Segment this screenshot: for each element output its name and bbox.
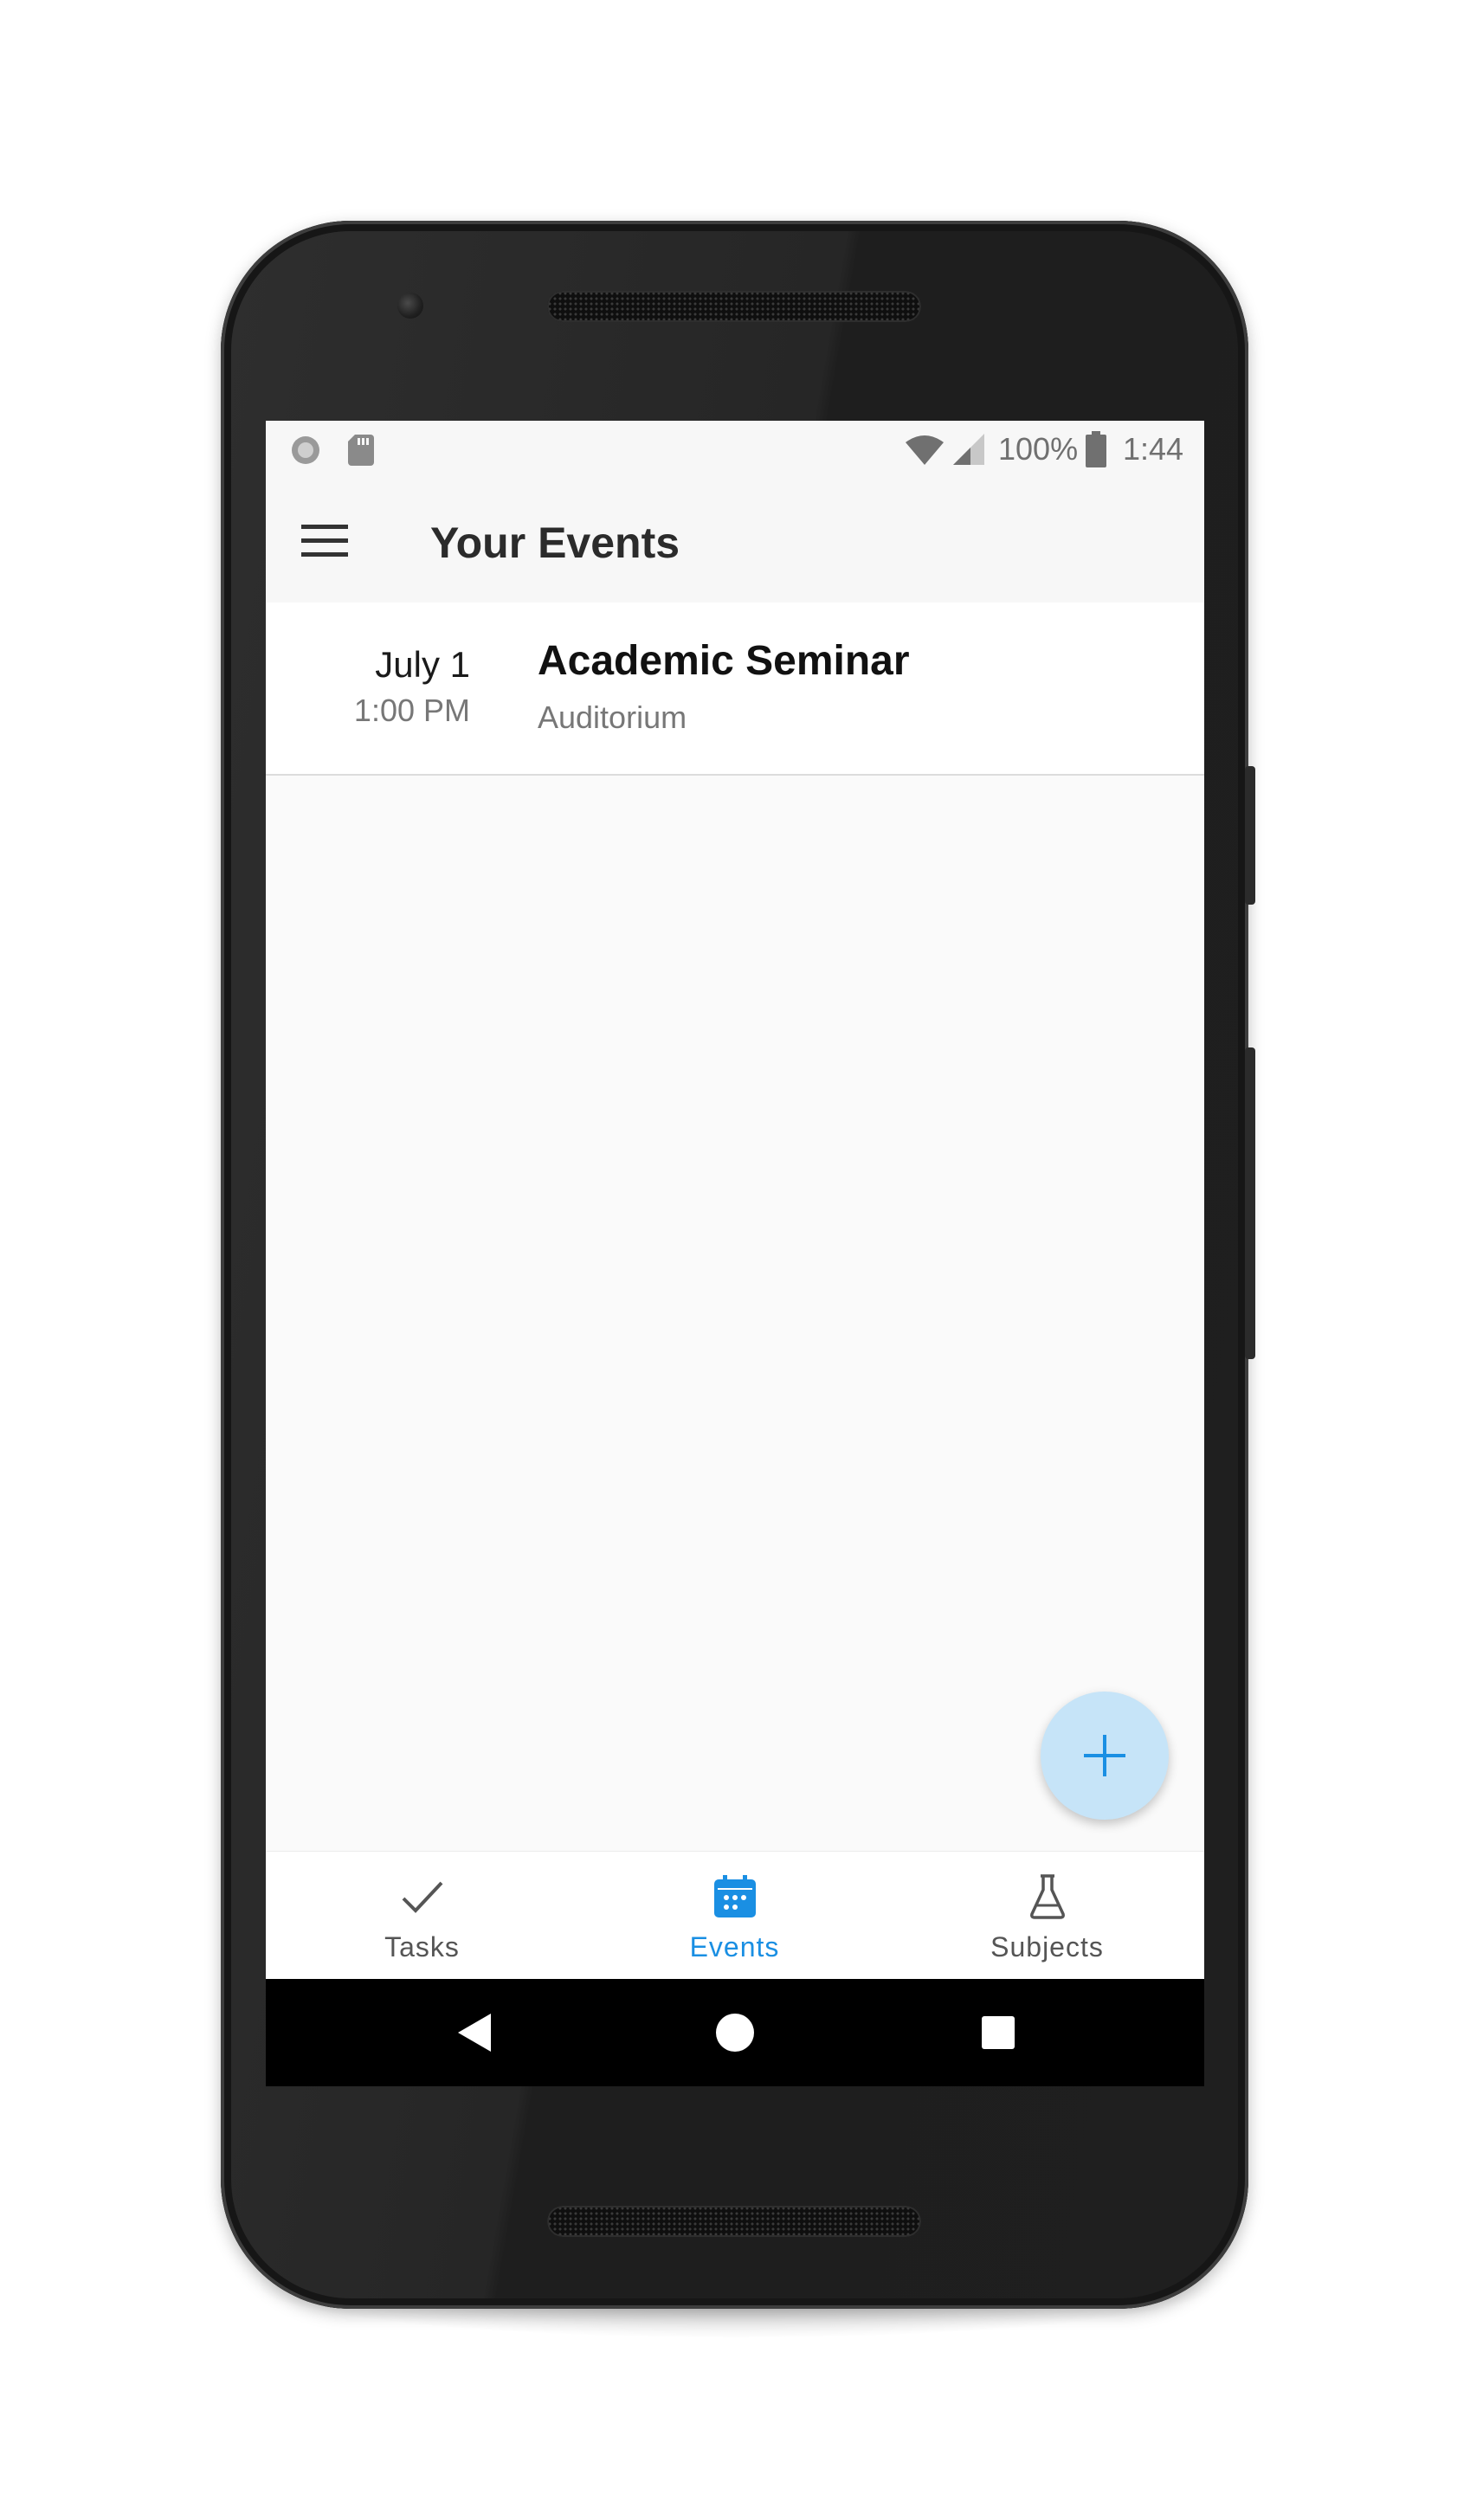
bottom-speaker-grille (547, 2206, 921, 2237)
top-speaker-grille (547, 291, 921, 322)
battery-icon (1083, 429, 1109, 469)
event-time: 1:00 PM (353, 693, 470, 728)
hamburger-menu-icon[interactable] (293, 509, 356, 571)
nav-tab-tasks[interactable]: Tasks (266, 1852, 578, 1980)
recents-icon[interactable] (972, 2007, 1024, 2059)
front-camera (397, 293, 423, 319)
event-location: Auditorium (538, 699, 687, 735)
phone-screen: 100% 1:44 Your Events July 1 1:00 PM Aca… (266, 421, 1204, 2086)
nav-label-tasks: Tasks (384, 1931, 460, 1963)
nav-label-subjects: Subjects (990, 1931, 1104, 1963)
event-date: July 1 (375, 644, 470, 685)
nav-label-events: Events (689, 1931, 780, 1963)
clock: 1:44 (1123, 431, 1184, 467)
event-list-item[interactable]: July 1 1:00 PM Academic Seminar Auditori… (266, 603, 1204, 776)
power-button (1245, 766, 1255, 905)
system-navigation-bar (266, 1979, 1204, 2086)
plus-icon (1084, 1735, 1125, 1776)
circle-status-icon (288, 433, 323, 467)
calendar-icon (711, 1872, 759, 1921)
wifi-icon (903, 433, 946, 467)
status-bar: 100% 1:44 (266, 421, 1204, 478)
bottom-navigation: Tasks Events Subjects (266, 1851, 1204, 1980)
home-icon[interactable] (709, 2007, 761, 2059)
nav-tab-events[interactable]: Events (578, 1852, 891, 1980)
page-title: Your Events (430, 519, 680, 567)
add-event-button[interactable] (1041, 1692, 1169, 1820)
sd-card-icon (345, 433, 377, 467)
battery-percent: 100% (998, 431, 1079, 467)
back-icon[interactable] (448, 2007, 500, 2059)
app-bar: Your Events (266, 478, 1204, 603)
nav-tab-subjects[interactable]: Subjects (891, 1852, 1203, 1980)
check-icon (398, 1872, 447, 1921)
cell-signal-icon (950, 433, 988, 467)
event-title: Academic Seminar (538, 638, 910, 684)
volume-button (1245, 1047, 1255, 1359)
flask-icon (1023, 1872, 1072, 1921)
